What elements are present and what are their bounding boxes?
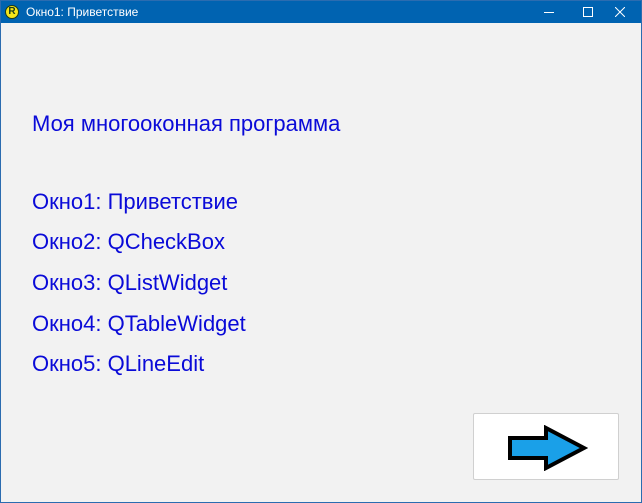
window-list-item: Окно4: QTableWidget	[32, 311, 246, 336]
app-logo-icon: R	[5, 5, 19, 19]
window-list-item: Окно1: Приветствие	[32, 189, 238, 214]
app-window: R Окно1: Приветствие Моя многооконная пр…	[0, 0, 642, 503]
maximize-icon	[583, 7, 593, 17]
minimize-icon	[544, 12, 554, 13]
close-button[interactable]	[597, 1, 641, 23]
close-icon	[615, 7, 625, 17]
program-heading: Моя многооконная программа	[32, 111, 341, 136]
arrow-right-icon	[508, 425, 588, 471]
main-content: Моя многооконная программа Окно1: Привет…	[1, 23, 641, 502]
window-list-item: Окно2: QCheckBox	[32, 229, 225, 254]
window-list-item: Окно3: QListWidget	[32, 270, 228, 295]
window-list-item: Окно5: QLineEdit	[32, 351, 205, 376]
window-title: Окно1: Приветствие	[26, 5, 139, 19]
next-window-button[interactable]	[473, 413, 619, 480]
title-bar[interactable]: R Окно1: Приветствие	[1, 1, 641, 23]
